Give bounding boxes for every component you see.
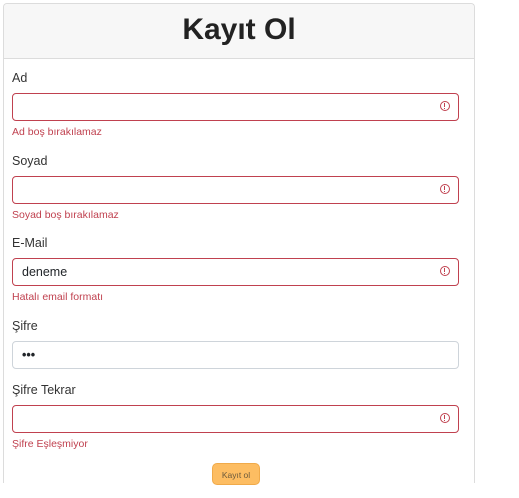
sifre-tekrar-label: Şifre Tekrar <box>12 383 76 397</box>
sifre-tekrar-error: Şifre Eşleşmiyor <box>12 438 88 450</box>
email-value: deneme <box>22 265 68 279</box>
email-group: E-Mail deneme Hatalı email formatı <box>12 234 459 303</box>
exclamation-circle-icon <box>440 413 450 423</box>
exclamation-circle-icon <box>440 266 450 276</box>
email-input[interactable]: deneme <box>12 258 459 286</box>
email-label: E-Mail <box>12 236 48 250</box>
ad-error: Ad boş bırakılamaz <box>12 126 102 138</box>
exclamation-circle-icon <box>440 101 450 111</box>
ad-input[interactable] <box>12 93 459 121</box>
soyad-error: Soyad boş bırakılamaz <box>12 209 119 221</box>
email-error: Hatalı email formatı <box>12 291 104 303</box>
sifre-value: ••• <box>22 348 36 362</box>
sifre-tekrar-input[interactable] <box>12 405 459 433</box>
ad-label: Ad <box>12 71 28 85</box>
card-header: Kayıt Ol <box>4 4 474 59</box>
page-title: Kayıt Ol <box>182 13 296 46</box>
ad-group: Ad Ad boş bırakılamaz <box>12 69 459 138</box>
sifre-group: Şifre ••• <box>12 317 459 369</box>
kayit-ol-button[interactable]: Kayıt ol <box>212 463 260 485</box>
exclamation-circle-icon <box>440 184 450 194</box>
sifre-label: Şifre <box>12 319 38 333</box>
soyad-input[interactable] <box>12 176 459 204</box>
soyad-label: Soyad <box>12 154 48 168</box>
sifre-tekrar-group: Şifre Tekrar Şifre Eşleşmiyor <box>12 381 459 450</box>
soyad-group: Soyad Soyad boş bırakılamaz <box>12 152 459 221</box>
sifre-input[interactable]: ••• <box>12 341 459 369</box>
